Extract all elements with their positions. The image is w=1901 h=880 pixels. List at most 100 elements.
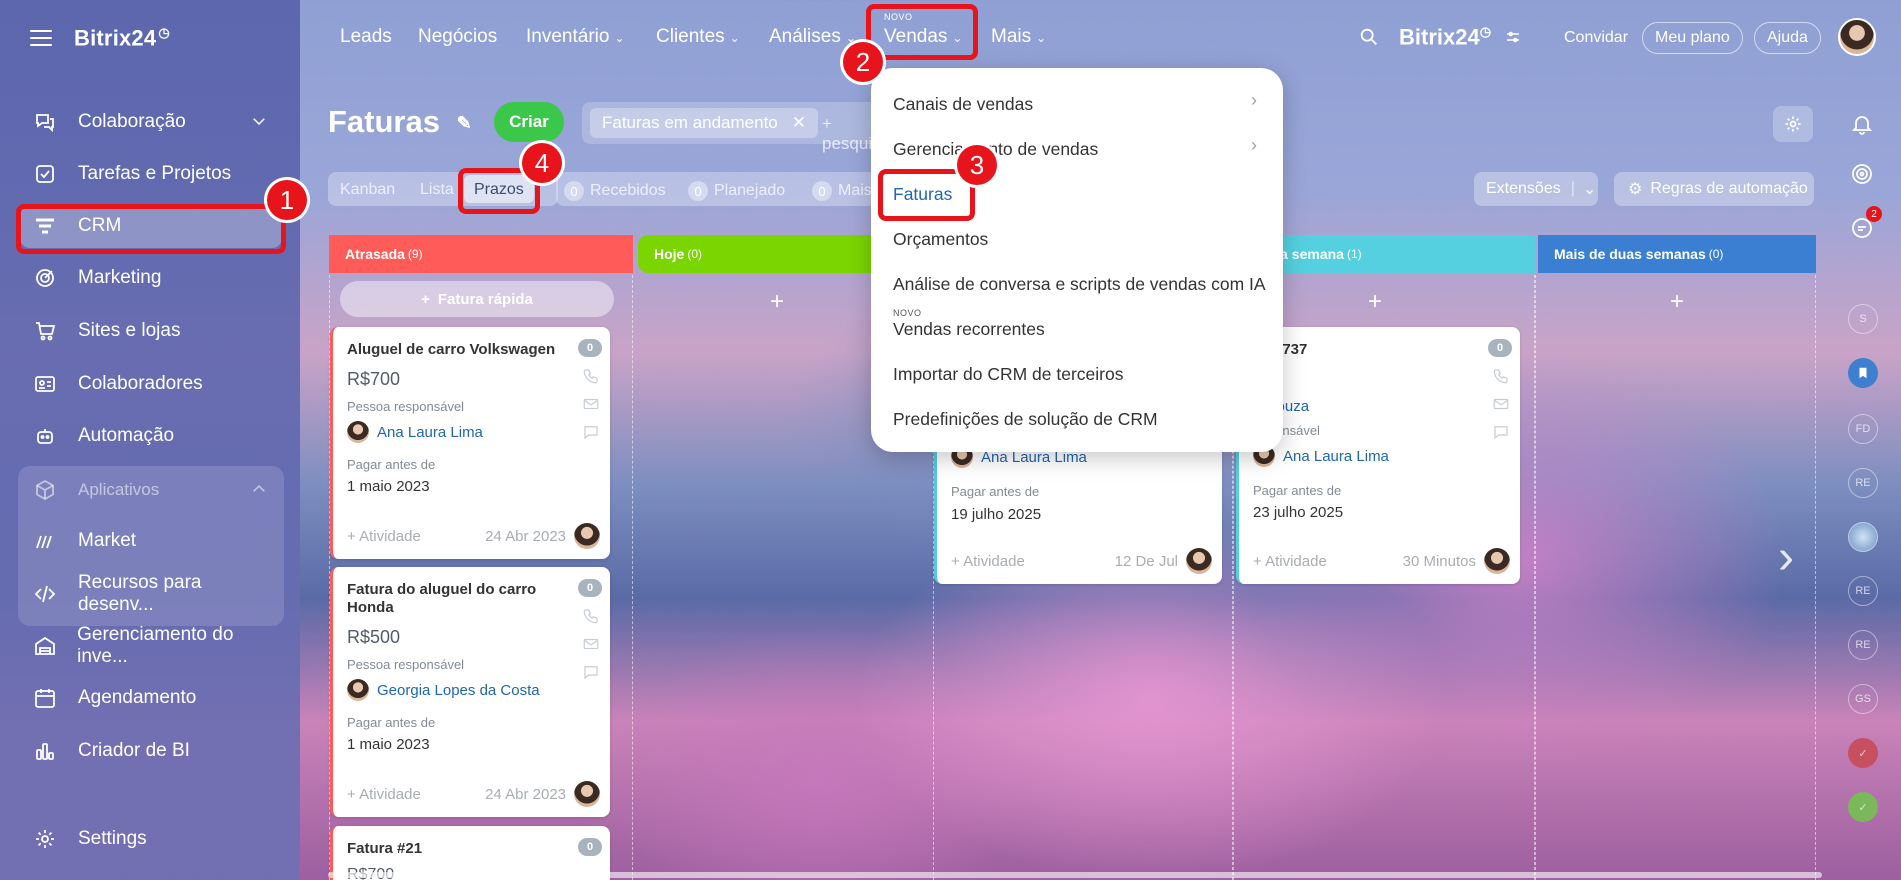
brand-logo[interactable]: Bitrix24◷: [1399, 24, 1491, 50]
rail-contact[interactable]: RE: [1848, 468, 1878, 498]
add-card-over-two-weeks[interactable]: +: [1670, 288, 1684, 316]
column-header-next-week[interactable]: xima semana (1): [1240, 235, 1535, 273]
sidebar-item-recursos[interactable]: Recursos para desenv...: [20, 572, 282, 616]
card-responsible[interactable]: Ana Laura Lima: [1253, 445, 1389, 467]
card-amount: R$700: [347, 369, 401, 389]
search-icon[interactable]: [1358, 26, 1380, 53]
bell-icon[interactable]: [1850, 112, 1874, 141]
create-button[interactable]: Criar: [494, 102, 564, 142]
highlight-vendas: [866, 4, 978, 60]
plan-button[interactable]: Meu plano: [1642, 22, 1743, 54]
sidebar-item-tarefas[interactable]: Tarefas e Projetos: [20, 152, 282, 196]
avatar: [347, 421, 369, 443]
invoice-card[interactable]: Aluguel de carro Volkswagen 0 R$700 Pess…: [330, 327, 610, 559]
sidebar-item-agendamento[interactable]: Agendamento: [20, 676, 282, 720]
sidebar-item-marketing[interactable]: Marketing: [20, 256, 282, 300]
chat-icon[interactable]: [582, 663, 600, 681]
sidebar-item-market[interactable]: Market: [20, 519, 282, 563]
column-header-overdue[interactable]: Atrasada (9): [329, 235, 633, 273]
mail-icon[interactable]: [582, 395, 600, 413]
invoice-card[interactable]: Fatura do aluguel do carro Honda 0 R$500…: [330, 567, 610, 817]
view-kanban[interactable]: Kanban: [340, 181, 395, 199]
column-header-over-two-weeks[interactable]: Mais de duas semanas (0): [1538, 235, 1816, 273]
add-card-next-week[interactable]: +: [1368, 288, 1382, 316]
menu-item-crm-presets[interactable]: Predefinições de solução de CRM: [893, 409, 1158, 430]
menu-item-recurring-sales[interactable]: Vendas recorrentes: [893, 319, 1045, 340]
menu-item-sales-channels[interactable]: Canais de vendas: [893, 94, 1033, 115]
sidebar-item-bi[interactable]: Criador de BI: [20, 729, 282, 773]
horizontal-scrollbar[interactable]: [328, 872, 1822, 878]
card-due-date: 1 maio 2023: [347, 478, 430, 495]
chevron-down-icon[interactable]: [250, 112, 268, 136]
avatar[interactable]: [1838, 18, 1876, 56]
rail-contact[interactable]: RE: [1848, 576, 1878, 606]
mail-icon[interactable]: [582, 635, 600, 653]
add-activity-link[interactable]: + Atividade: [347, 528, 421, 545]
menu-item-import-crm[interactable]: Importar do CRM de terceiros: [893, 364, 1124, 385]
chat-icon[interactable]: [582, 423, 600, 441]
close-icon[interactable]: ✕: [792, 113, 806, 133]
filter-tag[interactable]: Faturas em andamento ✕: [590, 108, 819, 138]
invite-button[interactable]: Convidar: [1552, 22, 1640, 54]
card-title[interactable]: Fatura #21: [347, 840, 562, 858]
rail-contact[interactable]: S: [1848, 304, 1878, 334]
chevron-right-icon: ›: [1251, 90, 1257, 110]
nav-inventario[interactable]: Inventário ⌄: [526, 26, 625, 48]
sidebar-item-colaboracao[interactable]: Colaboração: [20, 100, 282, 144]
sidebar-item-settings[interactable]: Settings: [20, 817, 282, 861]
chevron-up-icon[interactable]: [250, 480, 268, 503]
card-title[interactable]: Aluguel de carro Volkswagen: [347, 341, 562, 359]
avatar[interactable]: [1848, 522, 1878, 552]
chat-icon[interactable]: [1492, 423, 1510, 441]
nav-clientes[interactable]: Clientes ⌄: [656, 26, 740, 48]
scroll-right-arrow[interactable]: ›: [1778, 530, 1794, 585]
help-button[interactable]: Ajuda: [1754, 22, 1821, 54]
menu-item-quotes[interactable]: Orçamentos: [893, 229, 988, 250]
view-list[interactable]: Lista: [420, 181, 454, 199]
copilot-icon[interactable]: [1850, 162, 1874, 191]
counter-more[interactable]: 0 Mais: [812, 181, 872, 201]
card-responsible[interactable]: Ana Laura Lima: [347, 421, 483, 443]
gear-icon: [32, 826, 58, 852]
rail-contact[interactable]: RE: [1848, 630, 1878, 660]
view-settings-button[interactable]: [1773, 106, 1813, 142]
rail-contact[interactable]: GS: [1848, 684, 1878, 714]
pin-icon[interactable]: ✎: [457, 113, 472, 133]
nav-negocios[interactable]: Negócios: [418, 26, 497, 48]
menu-icon[interactable]: [30, 30, 52, 46]
invoice-card[interactable]: Ana Laura Lima Pagar antes de 19 julho 2…: [934, 440, 1222, 584]
sidebar-item-automacao[interactable]: Automação: [20, 414, 282, 458]
nav-analises[interactable]: Análises ⌄: [769, 26, 856, 48]
rail-contact[interactable]: FD: [1848, 414, 1878, 444]
sidebar-item-sites[interactable]: Sites e lojas: [20, 309, 282, 353]
menu-item-conversation-analysis[interactable]: Análise de conversa e scripts de vendas …: [893, 274, 1266, 295]
task-check-icon[interactable]: ✓: [1848, 792, 1878, 822]
filter-search[interactable]: Faturas em andamento ✕ + pesquisa: [582, 102, 890, 153]
sidebar-item-aplicativos[interactable]: Aplicativos: [20, 468, 282, 512]
nav-leads[interactable]: Leads: [340, 26, 392, 48]
phone-icon[interactable]: [1492, 367, 1510, 385]
nav-mais[interactable]: Mais ⌄: [991, 26, 1046, 48]
settings-sliders-icon[interactable]: [1504, 28, 1522, 51]
counter-received[interactable]: 0 Recebidos: [564, 181, 666, 201]
add-activity-link[interactable]: + Atividade: [1253, 553, 1327, 570]
add-activity-link[interactable]: + Atividade: [347, 786, 421, 803]
phone-icon[interactable]: [582, 367, 600, 385]
bookmark-icon[interactable]: [1848, 358, 1878, 388]
counter-planned[interactable]: 0 Planejado: [688, 181, 785, 201]
add-card-today[interactable]: +: [770, 288, 784, 316]
sidebar-item-colaboradores[interactable]: Colaboradores: [20, 362, 282, 406]
avatar: [574, 781, 600, 807]
calendar-check-icon[interactable]: ✓: [1848, 738, 1878, 768]
card-title[interactable]: Fatura do aluguel do carro Honda: [347, 581, 562, 617]
phone-icon[interactable]: [582, 607, 600, 625]
card-responsible[interactable]: Georgia Lopes da Costa: [347, 679, 540, 701]
logo[interactable]: Bitrix24 ◷: [74, 25, 170, 51]
sidebar-item-inventario[interactable]: Gerenciamento do inve...: [20, 624, 282, 668]
mail-icon[interactable]: [1492, 395, 1510, 413]
add-activity-link[interactable]: + Atividade: [951, 553, 1025, 570]
quick-invoice-button[interactable]: + Fatura rápida: [340, 281, 614, 317]
avatar: [574, 523, 600, 549]
automation-rules-button[interactable]: ⚙ Regras de automação: [1614, 172, 1814, 206]
extensions-button[interactable]: Extensões | ⌄: [1474, 172, 1598, 206]
